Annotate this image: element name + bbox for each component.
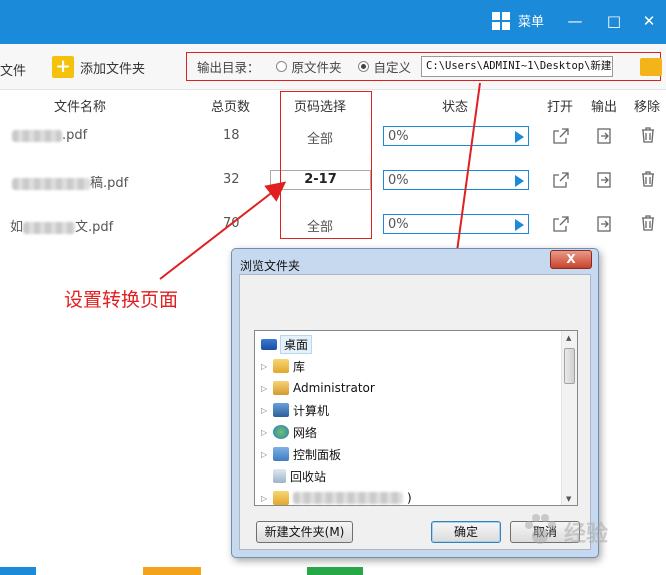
menu-label: 菜单 [518,15,545,30]
radio-checked-icon [357,61,369,72]
desktop-icon [261,338,277,350]
expand-arrow-icon[interactable]: ▷ [261,362,269,371]
trash-icon[interactable] [640,171,656,187]
tree-item-recycle-bin[interactable]: 回收站 [273,467,326,485]
open-external-icon[interactable] [553,216,569,232]
maximize-button[interactable]: □ [602,10,626,32]
file-name: .pdf [12,128,87,143]
tree-item-network[interactable]: ▷ 网络 [261,423,317,441]
progress-bar: 0% [383,170,529,190]
header-status: 状态 [442,100,469,115]
output-dir-label: 输出目录： [197,60,260,75]
tree-item-control-panel[interactable]: ▷ 控制面板 [261,445,341,463]
scroll-thumb[interactable] [564,348,575,384]
blurred-filename [12,129,62,142]
radio-source-folder[interactable]: 原文件夹 [275,57,342,76]
dialog-title: 浏览文件夹 [240,259,301,273]
paw-logo-icon [525,514,556,544]
control-panel-icon [273,447,289,461]
progress-bar: 0% [383,214,529,234]
add-file-label: 文件 [0,64,27,79]
expand-arrow-icon[interactable]: ▷ [261,494,269,503]
new-folder-button[interactable]: 新建文件夹(M) [256,521,353,543]
expand-arrow-icon[interactable]: ▷ [261,406,269,415]
library-icon [273,359,289,373]
user-folder-icon [273,381,289,395]
file-name: 稿.pdf [12,172,128,191]
header-pages: 总页数 [211,100,251,115]
close-button[interactable]: ✕ [637,10,661,32]
open-external-icon[interactable] [553,172,569,188]
scroll-up-icon[interactable]: ▲ [566,334,571,342]
play-icon[interactable] [515,219,524,231]
blurred-filename [23,221,76,234]
radio-unchecked-icon [275,61,287,72]
page-count: 32 [223,172,240,187]
radio-custom-label: 自定义 [373,60,412,75]
tree-scrollbar[interactable]: ▲ ▼ [561,331,577,505]
header-remove: 移除 [634,100,661,115]
header-filename: 文件名称 [54,100,107,115]
export-icon[interactable] [596,128,612,144]
minimize-button[interactable]: — [563,10,587,32]
radio-custom-folder[interactable]: 自定义 [357,57,412,76]
header-output: 输出 [591,100,618,115]
watermark: 经验 [520,510,660,554]
play-icon[interactable] [515,131,524,143]
title-bar: 菜单 — □ ✕ [0,0,666,44]
add-file-button[interactable]: 文件 [0,60,26,79]
progress-bar: 0% [383,126,529,146]
network-icon [273,425,289,439]
scroll-down-icon[interactable]: ▼ [566,495,571,503]
output-directory-panel: 输出目录： 原文件夹 自定义 C:\Users\ADMINI~1\Desktop… [186,52,661,81]
progress-percent: 0% [388,217,409,232]
plus-icon: + [52,56,74,78]
tree-item-computer[interactable]: ▷ 计算机 [261,401,329,419]
blurred-folder-name [293,492,403,504]
bottom-button-partial[interactable] [0,567,36,575]
expand-arrow-icon[interactable]: ▷ [261,384,269,393]
file-name: 如文.pdf [10,220,114,235]
expand-arrow-icon[interactable]: ▷ [261,428,269,437]
play-icon[interactable] [515,175,524,187]
open-external-icon[interactable] [553,128,569,144]
recycle-bin-icon [273,469,286,483]
menu-button[interactable]: 菜单 [492,11,544,30]
folder-tree[interactable]: 桌面 ▷ 库 ▷ Administrator ▷ 计算机 ▷ 网络 ▷ 控制面板… [254,330,578,506]
tree-item-blurred-folder[interactable]: ▷ ) [261,489,412,507]
browse-folder-icon[interactable] [640,58,662,76]
export-icon[interactable] [596,216,612,232]
output-path-field[interactable]: C:\Users\ADMINI~1\Desktop\新建文 [421,56,614,77]
page-select-highlight [280,91,372,239]
page-count: 18 [223,128,240,143]
page-count: 70 [223,216,240,231]
dialog-body: 桌面 ▷ 库 ▷ Administrator ▷ 计算机 ▷ 网络 ▷ 控制面板… [239,274,591,550]
folder-icon [273,491,289,505]
radio-source-label: 原文件夹 [291,60,342,75]
trash-icon[interactable] [640,127,656,143]
export-icon[interactable] [596,172,612,188]
add-folder-label: 添加文件夹 [80,61,146,77]
expand-arrow-icon[interactable]: ▷ [261,450,269,459]
add-folder-button[interactable]: + 添加文件夹 [52,56,145,78]
bottom-button-partial[interactable] [143,567,201,575]
progress-percent: 0% [388,173,409,188]
bottom-button-partial[interactable] [307,567,363,575]
dialog-close-button[interactable]: X [550,250,592,269]
annotation-text: 设置转换页面 [64,289,179,311]
trash-icon[interactable] [640,215,656,231]
tree-item-administrator[interactable]: ▷ Administrator [261,379,375,397]
progress-percent: 0% [388,129,409,144]
watermark-text: 经验 [564,522,609,547]
blurred-filename [12,177,90,190]
toolbar: 文件 + 添加文件夹 输出目录： 原文件夹 自定义 C:\Users\ADMIN… [0,44,666,90]
header-open: 打开 [547,100,574,115]
tree-item-desktop[interactable]: 桌面 [261,334,313,354]
tree-item-library[interactable]: ▷ 库 [261,357,305,375]
computer-icon [273,403,289,417]
grid-menu-icon [492,11,510,30]
ok-button[interactable]: 确定 [431,521,501,543]
